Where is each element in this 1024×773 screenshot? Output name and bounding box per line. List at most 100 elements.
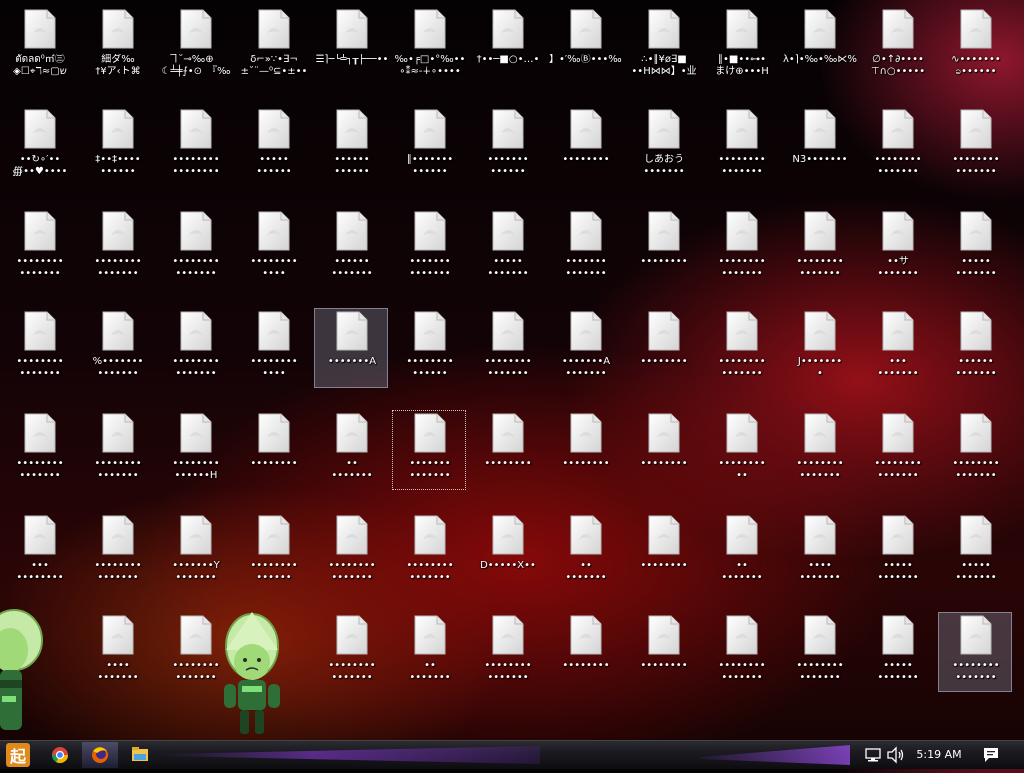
desktop-file[interactable]: ••••• ••••••• xyxy=(470,208,544,288)
desktop-file[interactable]: ••••••• •••••• xyxy=(470,106,544,186)
desktop-file[interactable]: ••••• ••••••• xyxy=(860,512,934,592)
desktop-file[interactable]: ••••• •••••• xyxy=(236,106,310,186)
desktop-file[interactable]: •••••• •••••• xyxy=(314,106,388,186)
network-tray-button[interactable] xyxy=(864,747,882,763)
desktop-file[interactable]: •••••••• ••••••• xyxy=(704,612,778,692)
desktop-file-label: •••••••Y ••••••• xyxy=(172,560,220,583)
desktop-file[interactable]: •••••••• xyxy=(626,410,700,490)
desktop-file[interactable]: •••••••• ••••••• xyxy=(80,410,154,490)
desktop-file[interactable]: •••••••• •••• xyxy=(236,208,310,288)
desktop-file[interactable]: •••••••• ••••••• xyxy=(2,410,76,490)
desktop-file[interactable]: •••••••• ••••••• xyxy=(2,208,76,288)
desktop-file[interactable]: •••• ••••••• xyxy=(80,612,154,692)
desktop-file[interactable]: •••••••• ••••••• xyxy=(704,106,778,186)
desktop-file[interactable]: •••••••• ••••••• xyxy=(938,612,1012,692)
desktop-file[interactable]: ••••• ••••••• xyxy=(860,612,934,692)
desktop-file[interactable]: •••••••• ••••••• xyxy=(782,612,856,692)
desktop-file[interactable]: λ•⌉•‰•‰⋉‰••• xyxy=(782,6,857,86)
desktop-file[interactable]: •••••••• xyxy=(626,612,700,692)
desktop-file[interactable]: •••••••A ••••••• xyxy=(548,308,622,388)
desktop-file[interactable]: •••••••• xyxy=(548,612,622,692)
desktop-file[interactable]: ☰⌉─└╧┐┰├──•• xyxy=(314,6,388,86)
desktop-file[interactable]: †••─■○•…• xyxy=(470,6,544,86)
action-center-button[interactable] xyxy=(982,746,1000,764)
desktop-file[interactable]: •••••••• ••••••• xyxy=(314,512,388,592)
desktop-file[interactable]: •••••••• •••••• xyxy=(392,308,466,388)
taskbar-firefox-button[interactable] xyxy=(82,742,118,768)
desktop-file-label: •••••••• ••••••• xyxy=(484,660,532,683)
desktop-file[interactable]: •••••••• xyxy=(548,410,622,490)
desktop-file[interactable]: 細ダ‰ †¥ア‹ト⌘ xyxy=(80,6,154,86)
desktop-file[interactable]: •••••••• xyxy=(626,208,700,288)
desktop-file[interactable]: •• ••••••• xyxy=(704,512,778,592)
desktop-file[interactable]: •••••••• xyxy=(626,512,700,592)
clock[interactable]: 5:19 AM xyxy=(912,748,966,762)
desktop-file[interactable]: •••••••• ••••••• xyxy=(782,208,856,288)
desktop-file[interactable]: •••••••• xyxy=(626,308,700,388)
start-button[interactable]: 起 xyxy=(2,741,34,769)
desktop-file[interactable]: •••••••• ••••••• xyxy=(2,308,76,388)
desktop-file[interactable]: ตัดลด⁰㎡㊂ ◈☐⌖ℸ≈▢ש xyxy=(2,6,76,86)
desktop-file[interactable]: •••••••• ••••••• xyxy=(314,612,388,692)
desktop-file[interactable]: ∥••••••• •••••• xyxy=(392,106,466,186)
desktop-file[interactable]: しあおう ••••••• xyxy=(626,106,700,186)
desktop-file[interactable]: ••••• ••••••• xyxy=(938,208,1012,288)
desktop-file[interactable]: ••• •••••••• xyxy=(2,512,76,592)
desktop-file-label: •••••••• xyxy=(562,458,610,469)
desktop-file[interactable]: ••••• ••••••• xyxy=(938,512,1012,592)
desktop-file[interactable]: ••••••• ••••••• xyxy=(392,208,466,288)
desktop-file[interactable]: J••••••• • xyxy=(782,308,856,388)
desktop-file[interactable]: •• ••••••• xyxy=(392,612,466,692)
desktop-file[interactable]: •••••••• •••• xyxy=(236,308,310,388)
desktop-file[interactable]: •••••••• ••••••• xyxy=(704,208,778,288)
desktop-file[interactable]: •••••••• •••••••• xyxy=(158,106,232,186)
taskbar-chrome-button[interactable] xyxy=(42,742,78,768)
desktop-file[interactable]: •••••••• ••••••• xyxy=(392,512,466,592)
desktop-file[interactable]: •• ••••••• xyxy=(548,512,622,592)
desktop-file[interactable]: •••••••• xyxy=(236,410,310,490)
desktop-file[interactable]: ∥•■••⊶• まけ⊕•••H xyxy=(704,6,778,86)
desktop-file[interactable]: •••••••A xyxy=(314,308,388,388)
desktop-file[interactable]: •••••••• xyxy=(470,410,544,490)
desktop-file[interactable]: •••••••• ••••••• xyxy=(470,612,544,692)
desktop-file[interactable]: %••••••• ••••••• xyxy=(80,308,154,388)
desktop-file[interactable]: •••••••• ••••••H xyxy=(158,410,232,490)
desktop-file[interactable]: δ⌐»∵•∃¬ ±˘¨—⁰⊆•±•• xyxy=(236,6,310,86)
desktop-file[interactable]: •••••••• ••••••• xyxy=(80,208,154,288)
desktop-file[interactable]: ∅•↑∂•••• ⊤∩○••••• xyxy=(860,6,934,86)
desktop-file[interactable]: 】•′‰Ⓑ•••‰•‰• xyxy=(548,6,623,86)
desktop-file[interactable]: •••••••• ••••••• xyxy=(938,410,1012,490)
desktop-file[interactable]: D•••••X•• xyxy=(470,512,544,592)
desktop-file[interactable]: •••••••• ••••••• xyxy=(782,410,856,490)
desktop-file[interactable]: ••••••• ••••••• xyxy=(392,410,466,490)
desktop[interactable]: ตัดลด⁰㎡㊂ ◈☐⌖ℸ≈▢ש 細ダ‰ †¥ア‹ト⌘ ヿ˘⊸‰⊕ ☾╧╪⨍•⊙ 『… xyxy=(0,0,1024,740)
desktop-file[interactable]: •••••••• ••••••• xyxy=(80,512,154,592)
desktop-file[interactable]: ••サ ••••••• xyxy=(860,208,934,288)
desktop-file[interactable]: •••••••• ••••••• xyxy=(938,106,1012,186)
desktop-file[interactable]: ••••••• ••••••• xyxy=(548,208,622,288)
desktop-file[interactable]: ‰•╒□•°‰•• ∘⁑≈‐∔∘•••• xyxy=(392,6,466,86)
desktop-file[interactable]: •••••••• ••••••• xyxy=(158,208,232,288)
desktop-file[interactable]: •••••••• ••••••• xyxy=(860,106,934,186)
desktop-file[interactable]: •••••••Y ••••••• xyxy=(158,512,232,592)
desktop-file[interactable]: •••••••• ••••••• xyxy=(470,308,544,388)
desktop-file[interactable]: ヿ˘⊸‰⊕ ☾╧╪⨍•⊙ 『‰ xyxy=(158,6,232,86)
desktop-file[interactable]: •••• ••••••• xyxy=(782,512,856,592)
volume-tray-button[interactable] xyxy=(886,746,906,764)
desktop-file[interactable]: •••••••• •••••• xyxy=(236,512,310,592)
desktop-file[interactable]: •••••••• ••••••• xyxy=(704,308,778,388)
desktop-file[interactable]: •••••••• •• xyxy=(704,410,778,490)
desktop-file[interactable]: •••••• ••••••• xyxy=(938,308,1012,388)
desktop-file[interactable]: ••↻∘′•• ∰••♥•••• xyxy=(2,106,76,186)
desktop-file[interactable]: •••••••• xyxy=(548,106,622,186)
desktop-file[interactable]: •••••••• ••••••• xyxy=(158,308,232,388)
desktop-file[interactable]: •• ••••••• xyxy=(314,410,388,490)
desktop-file[interactable]: ∿••••••• ခ•••••• xyxy=(938,6,1012,86)
desktop-file[interactable]: ••• ••••••• xyxy=(860,308,934,388)
desktop-file[interactable]: ∴•∥¥ø∃■ ••H⋈⋈】•业 xyxy=(626,6,700,86)
taskbar-file-explorer-button[interactable] xyxy=(122,742,158,768)
desktop-file[interactable]: ‡••‡•••• •••••• xyxy=(80,106,154,186)
desktop-file[interactable]: •••••• ••••••• xyxy=(314,208,388,288)
desktop-file[interactable]: N3••••••• xyxy=(782,106,856,186)
desktop-file[interactable]: •••••••• ••••••• xyxy=(860,410,934,490)
